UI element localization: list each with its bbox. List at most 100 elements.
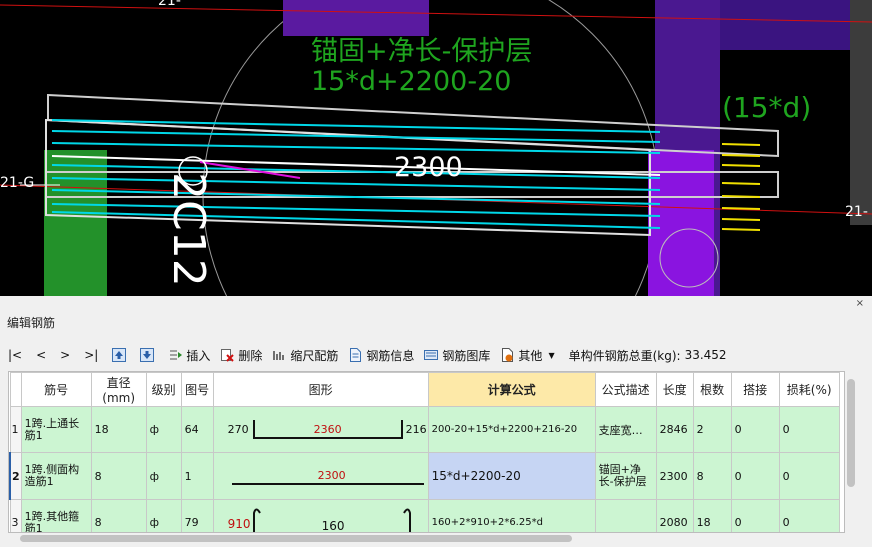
previous-record-button[interactable]: < bbox=[36, 348, 46, 362]
cell-length[interactable]: 2080 bbox=[655, 499, 694, 532]
row-number: 1 bbox=[9, 406, 22, 453]
first-record-button[interactable]: |< bbox=[8, 348, 22, 362]
table-row[interactable]: 3 1跨.其他箍筋1 8 ф 79 910 160 160+2*910+2*6.… bbox=[9, 499, 840, 533]
column-header[interactable]: 长度 bbox=[655, 372, 694, 407]
cell-loss[interactable]: 0 bbox=[778, 452, 840, 500]
edit-rebar-panel: × 编辑钢筋 |< < > >| 插入 删除 缩尺配筋 钢筋信息 钢筋图库 其他… bbox=[0, 296, 872, 547]
axis-label-right: 21- bbox=[845, 204, 868, 220]
arrow-up-icon bbox=[112, 348, 127, 362]
column-header[interactable]: 搭接 bbox=[730, 372, 780, 407]
column-header[interactable]: 级别 bbox=[145, 372, 182, 407]
horizontal-scrollbar[interactable] bbox=[8, 533, 856, 544]
rebar-table[interactable]: 筋号 直径(mm) 级别 图号 图形 计算公式 公式描述 长度 根数 搭接 损耗… bbox=[8, 371, 845, 533]
other-menu-button[interactable]: 其他 ▼ bbox=[500, 347, 555, 364]
cell-loss[interactable]: 0 bbox=[778, 499, 840, 532]
rebar-length-label: 2300 bbox=[394, 152, 463, 183]
document-icon bbox=[348, 348, 362, 362]
cell-grade[interactable]: ф bbox=[145, 452, 182, 500]
close-icon[interactable]: × bbox=[856, 298, 864, 309]
cell-diameter[interactable]: 8 bbox=[90, 499, 147, 532]
shape-mid-dim: 2360 bbox=[313, 422, 342, 436]
cell-formula[interactable]: 15*d+2200-20 bbox=[427, 452, 596, 500]
column-header[interactable]: 损耗(%) bbox=[778, 372, 840, 407]
column-header[interactable]: 公式描述 bbox=[594, 372, 657, 407]
other-menu-label: 其他 bbox=[518, 348, 543, 363]
cell-count[interactable]: 18 bbox=[692, 499, 732, 532]
cell-description[interactable] bbox=[594, 499, 657, 532]
cell-diameter[interactable]: 8 bbox=[90, 452, 147, 500]
column-header[interactable]: 筋号 bbox=[20, 372, 92, 407]
cell-shape[interactable]: 270 2360 216 bbox=[212, 406, 429, 453]
ruler-icon bbox=[272, 348, 286, 362]
delete-button[interactable]: 删除 bbox=[220, 347, 262, 364]
cad-viewport[interactable]: 21- 21-G 21- 锚固+净长-保护层 15*d+2200-20 (15*… bbox=[0, 0, 872, 296]
insert-label: 插入 bbox=[186, 348, 211, 363]
column-header[interactable]: 图号 bbox=[180, 372, 214, 407]
horizontal-scrollbar-thumb[interactable] bbox=[20, 535, 572, 542]
cell-figure-number[interactable]: 64 bbox=[180, 406, 214, 453]
rebar-info-label: 钢筋信息 bbox=[366, 348, 415, 363]
cell-count[interactable]: 2 bbox=[692, 406, 732, 453]
cell-shape[interactable]: 910 160 bbox=[212, 499, 429, 533]
row-number-header bbox=[9, 372, 22, 407]
panel-title: 编辑钢筋 bbox=[7, 316, 56, 330]
row-number: 3 bbox=[9, 499, 22, 532]
chevron-down-icon: ▼ bbox=[548, 350, 555, 360]
cell-grade[interactable]: ф bbox=[145, 406, 182, 453]
cell-count[interactable]: 8 bbox=[692, 452, 732, 500]
move-up-button[interactable] bbox=[112, 348, 130, 362]
cell-figure-number[interactable]: 79 bbox=[180, 499, 214, 532]
axis-label-left: 21-G bbox=[0, 175, 35, 191]
cell-diameter[interactable]: 18 bbox=[90, 406, 147, 453]
cell-description[interactable]: 锚固+净长-保护层 bbox=[594, 452, 657, 500]
cell-lap[interactable]: 0 bbox=[730, 499, 780, 532]
cell-name[interactable]: 1跨.上通长筋1 bbox=[20, 406, 92, 453]
column-header[interactable]: 直径(mm) bbox=[90, 372, 147, 407]
scale-rebar-button[interactable]: 缩尺配筋 bbox=[272, 347, 338, 364]
rebar-info-button[interactable]: 钢筋信息 bbox=[348, 347, 414, 364]
cell-length[interactable]: 2300 bbox=[655, 452, 694, 500]
shape-left-dim: 910 bbox=[227, 516, 251, 531]
cell-formula[interactable]: 160+2*910+2*6.25*d bbox=[427, 499, 596, 532]
next-record-button[interactable]: > bbox=[60, 348, 70, 362]
delete-icon bbox=[220, 348, 235, 362]
table-row[interactable]: 1 1跨.上通长筋1 18 ф 64 270 2360 216 200-20+1… bbox=[9, 406, 840, 453]
cell-lap[interactable]: 0 bbox=[730, 406, 780, 453]
total-weight: 单构件钢筋总重(kg): 33.452 bbox=[569, 347, 727, 364]
cell-loss[interactable]: 0 bbox=[778, 406, 840, 453]
library-icon bbox=[424, 348, 439, 362]
cell-grade[interactable]: ф bbox=[145, 499, 182, 532]
column-header[interactable]: 计算公式 bbox=[427, 372, 596, 407]
vertical-scrollbar-thumb[interactable] bbox=[847, 379, 855, 487]
delete-label: 删除 bbox=[238, 348, 263, 363]
cell-shape[interactable]: 2300 bbox=[212, 452, 429, 500]
column-header[interactable]: 根数 bbox=[692, 372, 732, 407]
shape-right-dim: 216 bbox=[405, 422, 427, 436]
axis-label-top: 21- bbox=[158, 0, 181, 9]
cell-length[interactable]: 2846 bbox=[655, 406, 694, 453]
table-row[interactable]: 2 1跨.侧面构造筋1 8 ф 1 2300 15*d+2200-20 锚固+净… bbox=[9, 452, 840, 500]
cell-description[interactable]: 支座宽… bbox=[594, 406, 657, 453]
column-header[interactable]: 图形 bbox=[212, 372, 429, 407]
rebar-library-label: 钢筋图库 bbox=[442, 348, 491, 363]
rebar-library-button[interactable]: 钢筋图库 bbox=[424, 347, 490, 364]
insert-button[interactable]: 插入 bbox=[168, 347, 210, 364]
table-header-row: 筋号 直径(mm) 级别 图号 图形 计算公式 公式描述 长度 根数 搭接 损耗… bbox=[9, 372, 840, 407]
cell-lap[interactable]: 0 bbox=[730, 452, 780, 500]
arrow-down-icon bbox=[140, 348, 155, 362]
shape-left-dim: 270 bbox=[227, 422, 249, 436]
cell-name[interactable]: 1跨.其他箍筋1 bbox=[20, 499, 92, 532]
cell-formula[interactable]: 200-20+15*d+2200+216-20 bbox=[427, 406, 596, 453]
formula-description-label: 锚固+净长-保护层 bbox=[311, 36, 533, 67]
row-number: 2 bbox=[9, 452, 22, 500]
total-weight-label: 单构件钢筋总重(kg): bbox=[568, 348, 681, 363]
cell-name[interactable]: 1跨.侧面构造筋1 bbox=[20, 452, 92, 500]
cell-figure-number[interactable]: 1 bbox=[180, 452, 214, 500]
settings-document-icon bbox=[500, 348, 514, 362]
formula-expression-label: 15*d+2200-20 bbox=[311, 66, 512, 97]
last-record-button[interactable]: >| bbox=[84, 348, 98, 362]
move-down-button[interactable] bbox=[140, 348, 158, 362]
shape-mid-dim: 2300 bbox=[317, 469, 346, 482]
vertical-scrollbar[interactable] bbox=[846, 371, 856, 531]
shape-mid-dim: 160 bbox=[321, 518, 345, 533]
